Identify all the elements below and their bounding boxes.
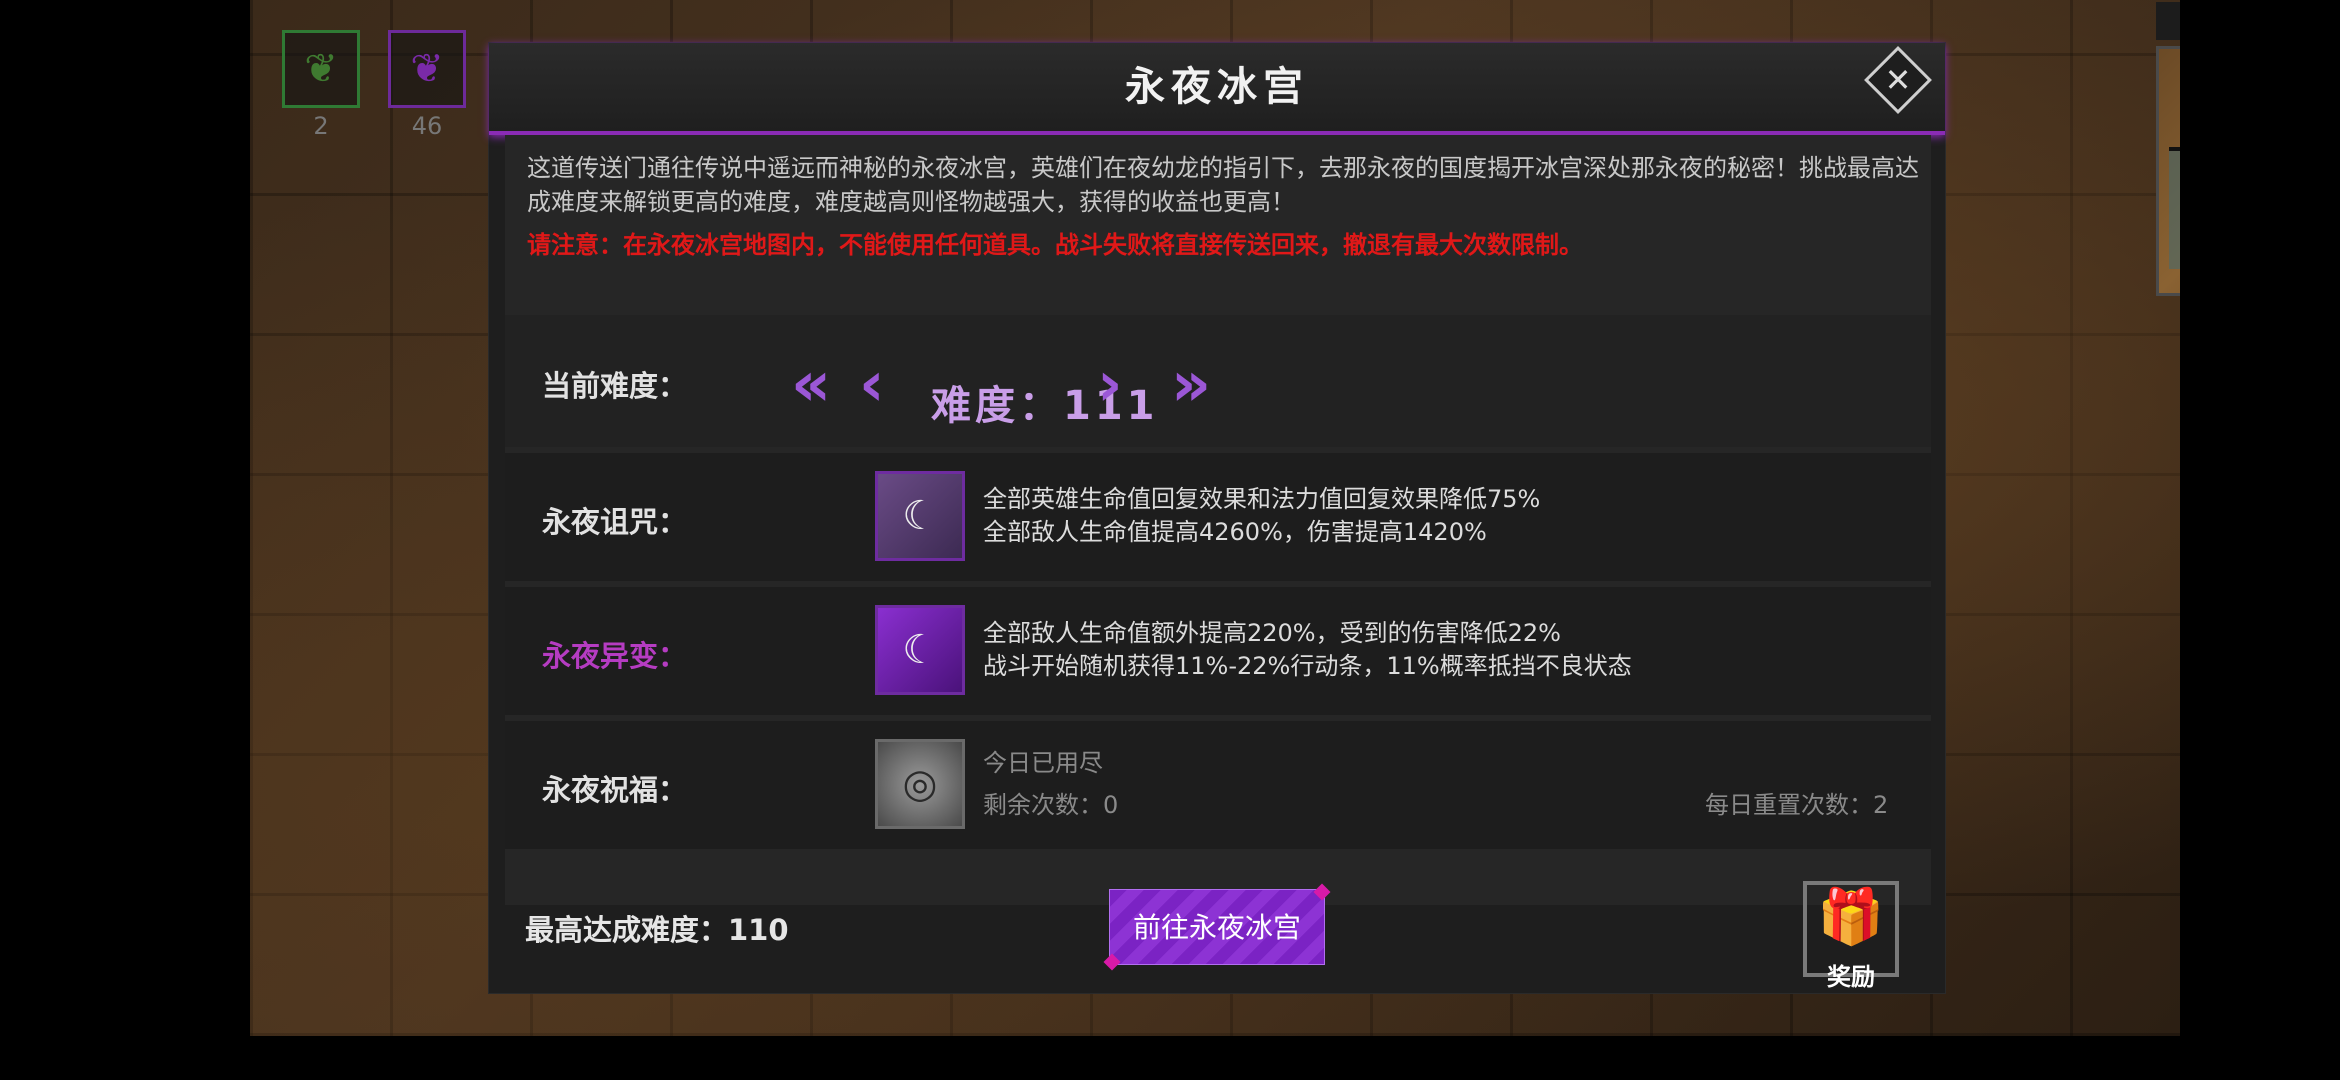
- eternal-night-palace-dialog: 永夜冰宫 ✕ 这道传送门通往传说中遥远而神秘的永夜冰宫，英雄们在夜幼龙的指引下，…: [488, 42, 1946, 994]
- curse-effect-line1: 全部英雄生命值回复效果和法力值回复效果降低75%: [983, 485, 1541, 513]
- green-feather-icon: ❦: [304, 46, 338, 92]
- mutation-effect: 全部敌人生命值额外提高220%，受到的伤害降低22% 战斗开始随机获得11%-2…: [983, 617, 1632, 683]
- mutation-effect-line2: 战斗开始随机获得11%-22%行动条，11%概率抵挡不良状态: [983, 652, 1632, 680]
- purple-feather-resource[interactable]: ❦: [388, 30, 466, 108]
- first-difficulty-button[interactable]: «: [791, 347, 831, 420]
- bats-moon-icon: ☾: [902, 493, 938, 539]
- curse-row: 永夜诅咒： ☾ 全部英雄生命值回复效果和法力值回复效果降低75% 全部敌人生命值…: [505, 453, 1931, 581]
- curse-effect: 全部英雄生命值回复效果和法力值回复效果降低75% 全部敌人生命值提高4260%，…: [983, 483, 1540, 549]
- map-label: 据点: [2156, 2, 2180, 40]
- blessing-row: 永夜祝福： ◎ 今日已用尽 剩余次数：0 每日重置次数：2: [505, 721, 1931, 849]
- enter-palace-label: 前往永夜冰宫: [1132, 911, 1301, 944]
- blessing-remaining: 剩余次数：0: [983, 791, 1119, 819]
- mutation-label: 永夜异变：: [542, 639, 688, 673]
- mutation-icon[interactable]: ☾: [875, 605, 965, 695]
- blessing-daily-reset: 每日重置次数：2: [1705, 791, 1889, 819]
- minimap-graphic: [2169, 147, 2180, 269]
- curse-label: 永夜诅咒：: [542, 505, 688, 539]
- curse-icon[interactable]: ☾: [875, 471, 965, 561]
- gift-icon: 🎁: [1817, 885, 1885, 948]
- minimap[interactable]: [2156, 46, 2180, 296]
- mutation-effect-line1: 全部敌人生命值额外提高220%，受到的伤害降低22%: [983, 619, 1561, 647]
- mutation-row: 永夜异变： ☾ 全部敌人生命值额外提高220%，受到的伤害降低22% 战斗开始随…: [505, 587, 1931, 715]
- dialog-panel: 这道传送门通往传说中遥远而神秘的永夜冰宫，英雄们在夜幼龙的指引下，去那永夜的国度…: [505, 135, 1931, 905]
- enter-palace-button[interactable]: 前往永夜冰宫: [1103, 883, 1331, 971]
- difficulty-row: 当前难度： « ‹ 难度：111 › »: [505, 315, 1931, 447]
- green-feather-count: 2: [313, 112, 329, 140]
- blessing-icon[interactable]: ◎: [875, 739, 965, 829]
- swirl-icon: ◎: [902, 761, 938, 807]
- purple-feather-count: 46: [411, 112, 443, 140]
- bats-moon-icon: ☾: [902, 627, 938, 673]
- warning-text: 请注意：在永夜冰宫地图内，不能使用任何道具。战斗失败将直接传送回来，撤退有最大次…: [527, 231, 1583, 259]
- curse-effect-line2: 全部敌人生命值提高4260%，伤害提高1420%: [983, 518, 1487, 546]
- difficulty-value: 难度：111: [931, 383, 1159, 429]
- next-difficulty-button[interactable]: ›: [1097, 347, 1123, 420]
- blessing-label: 永夜祝福：: [542, 773, 688, 807]
- green-feather-resource[interactable]: ❦: [282, 30, 360, 108]
- reward-label: 奖励: [1827, 963, 1875, 991]
- prev-difficulty-button[interactable]: ‹: [859, 347, 885, 420]
- dialog-title: 永夜冰宫: [489, 43, 1945, 135]
- blessing-status: 今日已用尽: [983, 749, 1103, 777]
- close-icon: ✕: [1884, 61, 1912, 99]
- highest-difficulty: 最高达成难度：110: [525, 913, 789, 947]
- last-difficulty-button[interactable]: »: [1171, 347, 1211, 420]
- purple-feather-icon: ❦: [410, 46, 444, 92]
- description-text: 这道传送门通往传说中遥远而神秘的永夜冰宫，英雄们在夜幼龙的指引下，去那永夜的国度…: [527, 154, 1919, 216]
- difficulty-label: 当前难度：: [542, 369, 688, 403]
- button-corner-decoration: [1103, 953, 1121, 971]
